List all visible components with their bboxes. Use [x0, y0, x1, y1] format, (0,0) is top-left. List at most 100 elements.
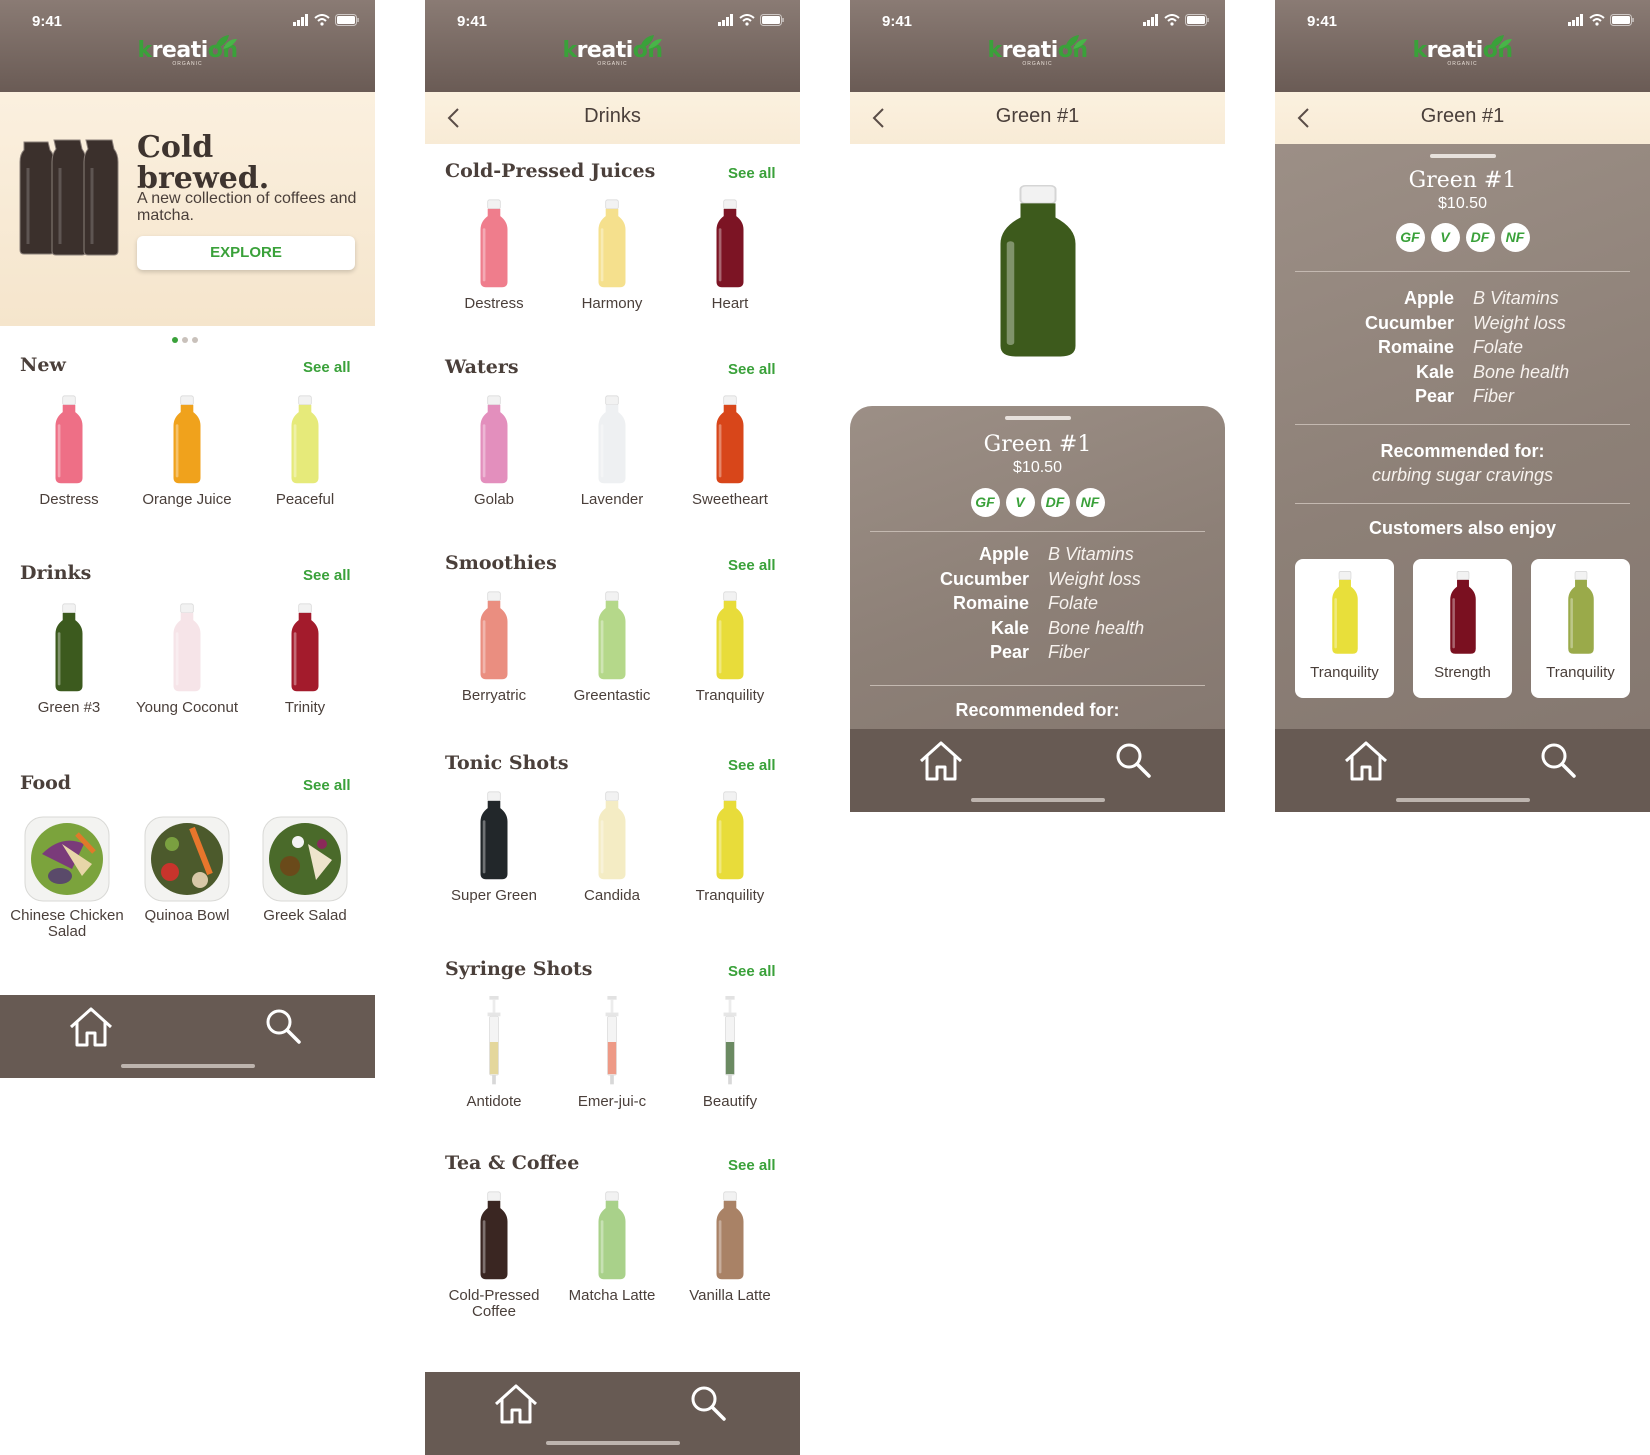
- see-all-new[interactable]: See all: [303, 359, 351, 376]
- carousel-dot[interactable]: [192, 337, 198, 343]
- bottle-image: [594, 1190, 630, 1282]
- product-card[interactable]: Lavender: [553, 394, 671, 508]
- product-label: Harmony: [581, 295, 643, 312]
- search-icon[interactable]: [1114, 741, 1152, 779]
- product-green-3[interactable]: Green #3: [10, 602, 128, 716]
- section-title: Cold-Pressed Juices: [445, 160, 656, 182]
- also-enjoy-card[interactable]: Tranquility: [1295, 559, 1394, 698]
- product-card[interactable]: Harmony: [553, 198, 671, 312]
- see-all-food[interactable]: See all: [303, 777, 351, 794]
- product-card[interactable]: Beautify: [671, 996, 789, 1110]
- nav-bar: Green #1: [1275, 92, 1650, 144]
- home-icon[interactable]: [67, 1005, 115, 1049]
- home-icon[interactable]: [917, 739, 965, 783]
- leaf-icon: [1490, 35, 1512, 49]
- battery-icon: [760, 14, 784, 26]
- product-destress[interactable]: Destress: [10, 394, 128, 508]
- badge-gf: GF: [970, 488, 1000, 517]
- bottle-image: [712, 394, 748, 486]
- search-icon[interactable]: [1539, 741, 1577, 779]
- see-all-link[interactable]: See all: [728, 165, 776, 182]
- product-quinoa-bowl[interactable]: Quinoa Bowl: [128, 814, 246, 924]
- product-young-coconut[interactable]: Young Coconut: [128, 602, 246, 716]
- see-all-link[interactable]: See all: [728, 557, 776, 574]
- tab-bar: [425, 1372, 800, 1455]
- product-peaceful[interactable]: Peaceful: [246, 394, 364, 508]
- section-title: Waters: [445, 356, 519, 378]
- bottle-image: [594, 590, 630, 682]
- see-all-drinks[interactable]: See all: [303, 567, 351, 584]
- section-title: Smoothies: [445, 552, 557, 574]
- see-all-link[interactable]: See all: [728, 963, 776, 980]
- product-label: Sweetheart: [692, 491, 768, 508]
- product-card[interactable]: Antidote: [435, 996, 553, 1110]
- product-card[interactable]: Matcha Latte: [553, 1190, 671, 1304]
- product-trinity[interactable]: Trinity: [246, 602, 364, 716]
- badge-nf: NF: [1500, 223, 1530, 252]
- product-card[interactable]: Golab: [435, 394, 553, 508]
- brand-logo: kreation ORGANIC: [1412, 38, 1513, 67]
- product-card[interactable]: Tranquility: [671, 590, 789, 704]
- signal-icon: [293, 14, 308, 26]
- section-title-drinks: Drinks: [20, 562, 92, 584]
- product-card[interactable]: Emer-jui-c: [553, 996, 671, 1110]
- product-chinese-chicken-salad[interactable]: Chinese Chicken Salad: [8, 814, 126, 940]
- product-card[interactable]: Cold-Pressed Coffee: [435, 1190, 553, 1320]
- status-time: 9:41: [32, 13, 63, 30]
- carousel-dot[interactable]: [172, 337, 178, 343]
- explore-button[interactable]: EXPLORE: [137, 236, 355, 270]
- product-card[interactable]: Tranquility: [671, 790, 789, 904]
- see-all-link[interactable]: See all: [728, 757, 776, 774]
- see-all-link[interactable]: See all: [728, 1157, 776, 1174]
- bottle-image: [287, 602, 323, 694]
- search-icon[interactable]: [264, 1007, 302, 1045]
- bottle-image: [594, 394, 630, 486]
- product-card[interactable]: Greentastic: [553, 590, 671, 704]
- product-card[interactable]: Vanilla Latte: [671, 1190, 789, 1304]
- also-enjoy-card[interactable]: Strength: [1413, 559, 1512, 698]
- bottle-image: [476, 1190, 512, 1282]
- sheet-grabber[interactable]: [1005, 416, 1071, 420]
- product-label: Antidote: [466, 1093, 522, 1110]
- badge-v: V: [1005, 488, 1035, 517]
- carousel-dots[interactable]: [172, 337, 198, 343]
- divider: [1295, 271, 1630, 272]
- app-header: 9:41 kreation ORGANIC: [0, 0, 375, 92]
- product-bottle-image: [988, 184, 1088, 360]
- salad-image: [24, 816, 110, 902]
- nav-bar: Drinks: [425, 92, 800, 144]
- section-title-food: Food: [20, 772, 72, 794]
- product-card[interactable]: Sweetheart: [671, 394, 789, 508]
- carousel-dot[interactable]: [182, 337, 188, 343]
- product-greek-salad[interactable]: Greek Salad: [246, 814, 364, 924]
- home-icon[interactable]: [492, 1382, 540, 1426]
- product-detail-screen: 9:41 kreation ORGANIC Green #1 Green #1 …: [1275, 0, 1650, 812]
- search-icon[interactable]: [689, 1384, 727, 1422]
- divider: [1295, 424, 1630, 425]
- bottle-image: [476, 590, 512, 682]
- hero-banner[interactable]: Cold brewed. A new collection of coffees …: [0, 92, 375, 326]
- product-detail-sheet[interactable]: Green #1 $10.50 GF V DF NF Apple Cucumber…: [850, 406, 1225, 736]
- product-card[interactable]: Candida: [553, 790, 671, 904]
- tab-bar: [0, 995, 375, 1078]
- divider: [870, 685, 1205, 686]
- product-card[interactable]: Super Green: [435, 790, 553, 904]
- product-card[interactable]: Destress: [435, 198, 553, 312]
- home-icon[interactable]: [1342, 739, 1390, 783]
- bottle-image: [712, 590, 748, 682]
- page-title: Drinks: [584, 105, 641, 127]
- product-label: Super Green: [451, 887, 537, 904]
- also-enjoy-card[interactable]: Tranquility: [1531, 559, 1630, 698]
- bottle-image: [712, 1190, 748, 1282]
- product-card[interactable]: Heart: [671, 198, 789, 312]
- bottle-image: [169, 602, 205, 694]
- brand-logo: kreation ORGANIC: [137, 38, 238, 67]
- product-orange-juice[interactable]: Orange Juice: [128, 394, 246, 508]
- see-all-link[interactable]: See all: [728, 361, 776, 378]
- product-card[interactable]: Berryatric: [435, 590, 553, 704]
- product-label: Lavender: [580, 491, 644, 508]
- product-label: Candida: [584, 887, 640, 904]
- section-title: Syringe Shots: [445, 958, 593, 980]
- sheet-grabber[interactable]: [1430, 154, 1496, 158]
- product-label: Heart: [711, 295, 749, 312]
